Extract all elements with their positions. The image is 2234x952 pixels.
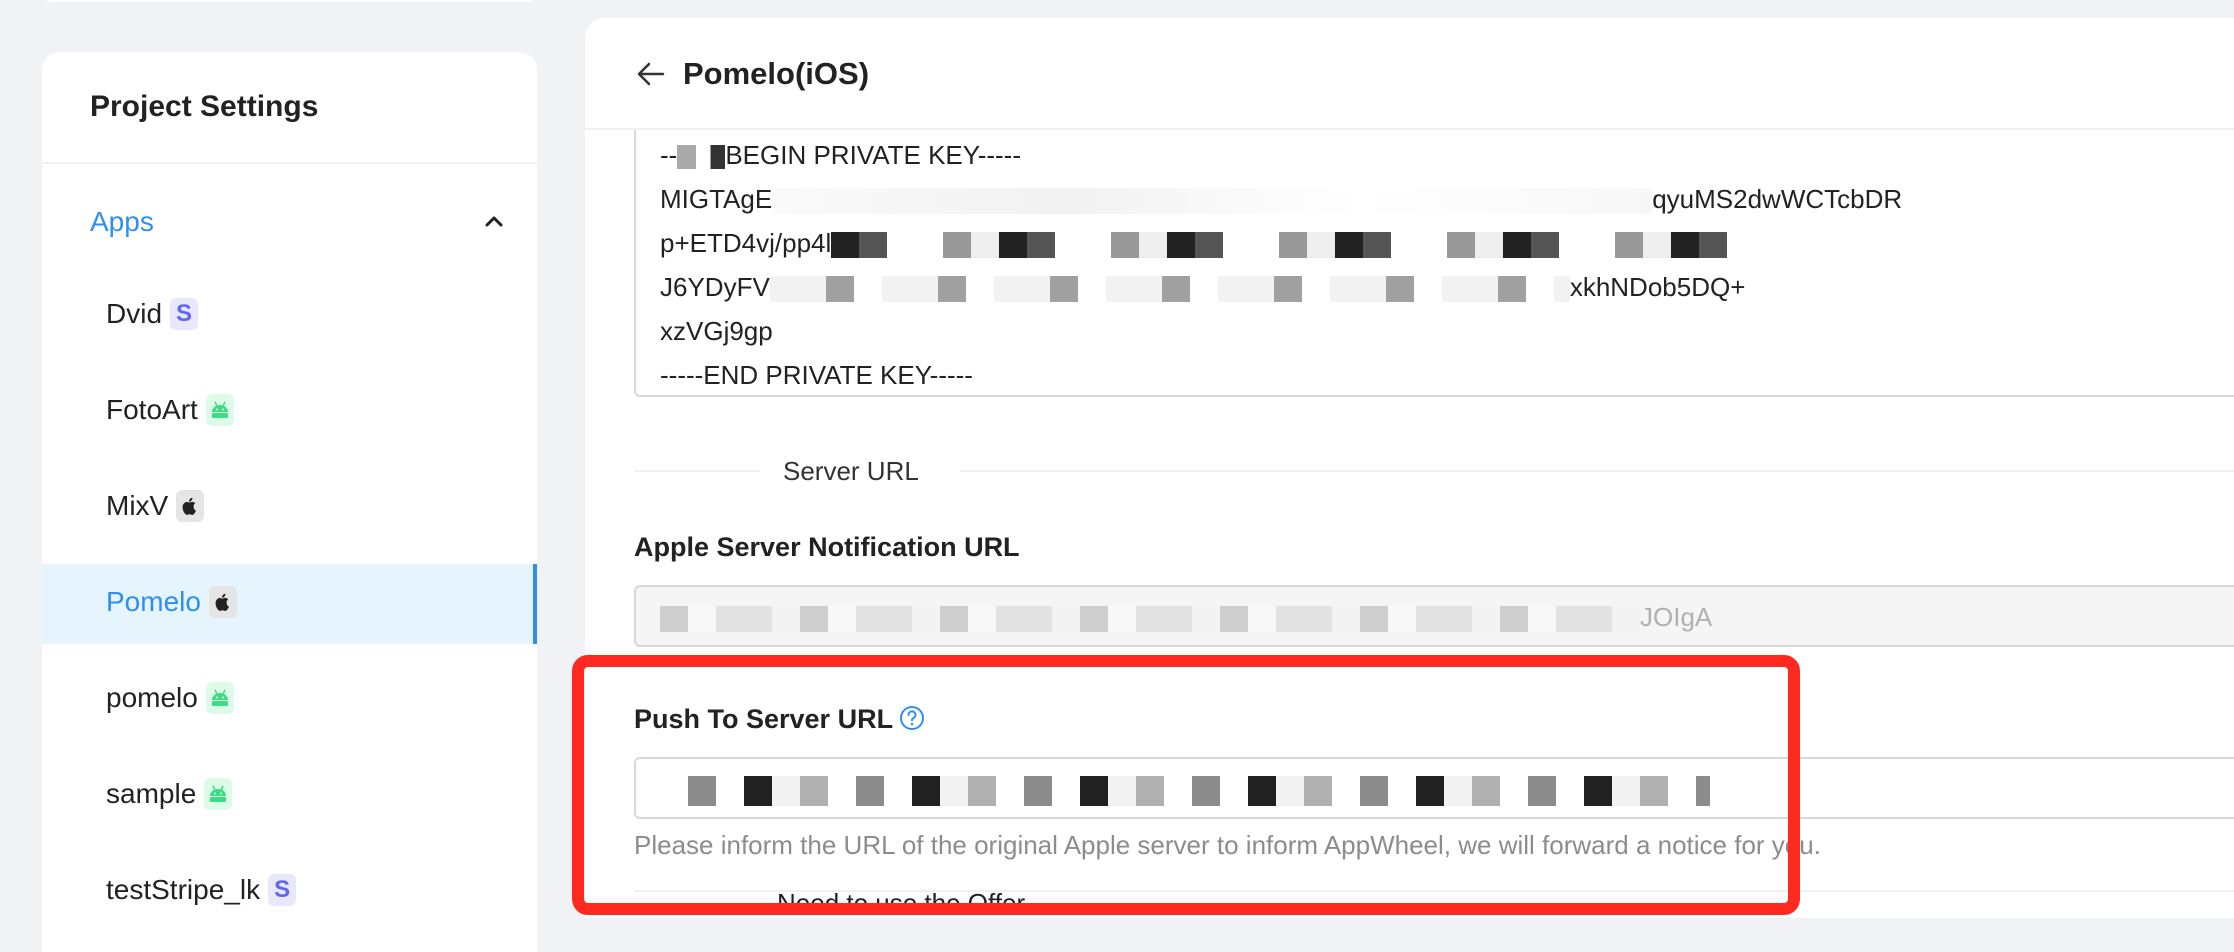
section-divider — [634, 470, 760, 472]
sidebar-item-mixv[interactable]: MixV — [42, 468, 537, 548]
sidebar-item-sample[interactable]: sample — [42, 756, 537, 836]
sidebar-item-fotoart[interactable]: FotoArt — [42, 372, 537, 452]
page-title: Pomelo(iOS) — [683, 56, 870, 91]
section-divider — [960, 470, 2234, 472]
sidebar-item-dvid[interactable]: Dvid S — [42, 276, 537, 356]
private-key-line: -----END PRIVATE KEY----- — [660, 360, 973, 390]
private-key-line: xzVGj9gp — [660, 316, 773, 346]
apple-icon — [176, 489, 205, 522]
sidebar-item-label: testStripe_lk — [106, 874, 261, 905]
private-key-line: -- BEGIN PRIVATE KEY----- — [660, 140, 1022, 170]
sidebar-item-label: pomelo — [106, 682, 198, 713]
sidebar-item-label: Dvid — [106, 298, 163, 329]
private-key-line: p+ETD4vj/pp4l — [660, 228, 1732, 259]
stripe-icon: S — [268, 873, 297, 906]
sidebar-title: Project Settings — [90, 90, 319, 123]
android-icon — [204, 777, 233, 810]
push-to-server-url-input[interactable] — [634, 757, 2234, 819]
sidebar-group-apps[interactable]: Apps — [42, 192, 537, 256]
sidebar-item-label: FotoArt — [106, 394, 198, 425]
back-arrow-icon[interactable] — [635, 58, 667, 90]
project-settings-sidebar: Project Settings Apps Dvid S FotoArt MixV… — [42, 52, 537, 952]
app-settings-panel: -- BEGIN PRIVATE KEY----- MIGTAgE qyuMS2dw… — [585, 18, 2234, 918]
page-header: Pomelo(iOS) — [585, 18, 2234, 130]
previous-panel-edge — [42, 0, 537, 2]
sidebar-group-label: Apps — [90, 206, 154, 237]
sidebar-item-pomelo-android[interactable]: pomelo — [42, 660, 537, 740]
push-to-server-url-help: Please inform the URL of the original Ap… — [634, 830, 1821, 860]
apple-server-url-input[interactable]: JOIgA — [634, 585, 2234, 647]
private-key-line: MIGTAgE qyuMS2dwWCTcbDR — [660, 184, 1903, 215]
private-key-line: J6YDyFV xkhNDob5DQ+ — [660, 272, 1746, 303]
sidebar-item-label: Pomelo — [106, 586, 201, 617]
apple-server-url-label: Apple Server Notification URL — [634, 532, 1020, 562]
section-title-server-url: Server URL — [783, 456, 919, 486]
sidebar-item-teststripe-lk[interactable]: testStripe_lk S — [42, 852, 537, 932]
android-icon — [205, 393, 234, 426]
chevron-up-icon[interactable] — [482, 210, 506, 234]
sidebar-item-label: sample — [106, 778, 197, 809]
question-circle-icon[interactable] — [899, 705, 925, 731]
apple-server-url-value: JOIgA — [1640, 602, 1713, 632]
section-title-offer: Need to use the Offer — [777, 888, 1026, 918]
sidebar-item-label: MixV — [106, 490, 169, 521]
stripe-icon: S — [170, 297, 199, 330]
apple-icon — [208, 585, 237, 618]
push-to-server-url-label: Push To Server URL — [634, 704, 925, 735]
sidebar-divider — [42, 162, 537, 164]
android-icon — [205, 681, 234, 714]
sidebar-item-pomelo-ios[interactable]: Pomelo — [42, 564, 537, 644]
